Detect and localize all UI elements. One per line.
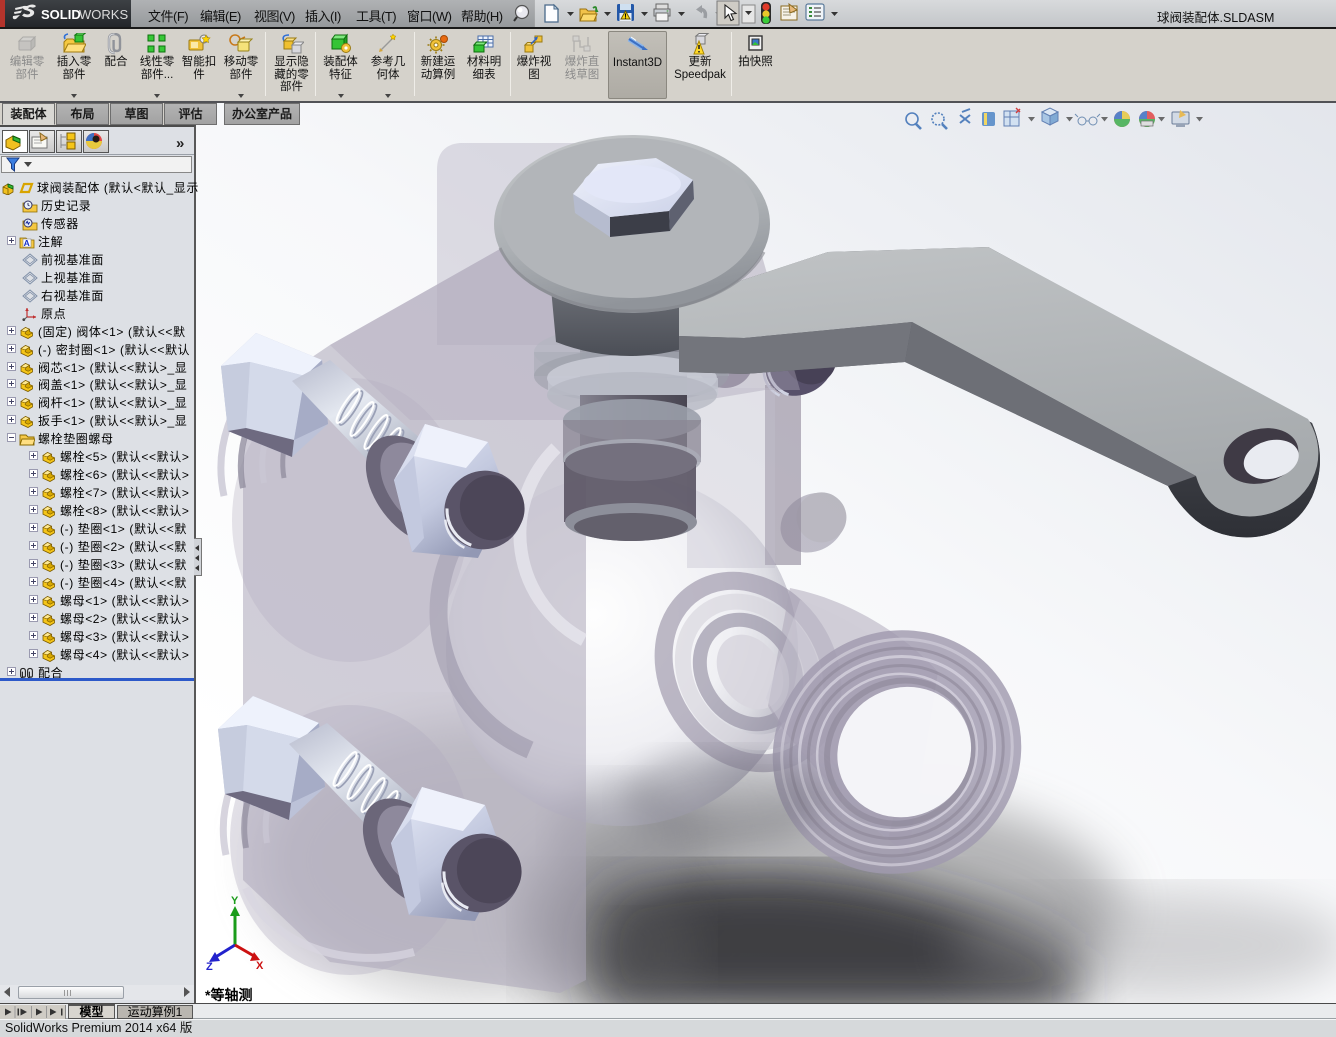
svg-text:Z: Z	[206, 961, 213, 973]
svg-text:Y: Y	[231, 895, 239, 907]
svg-text:*等轴测: *等轴测	[205, 987, 252, 1003]
svg-text:X: X	[256, 960, 264, 972]
svg-text:SOLID: SOLID	[41, 7, 81, 22]
svg-text:A: A	[24, 238, 31, 248]
svg-text:!: !	[624, 12, 627, 21]
svg-text:WORKS: WORKS	[79, 7, 128, 22]
